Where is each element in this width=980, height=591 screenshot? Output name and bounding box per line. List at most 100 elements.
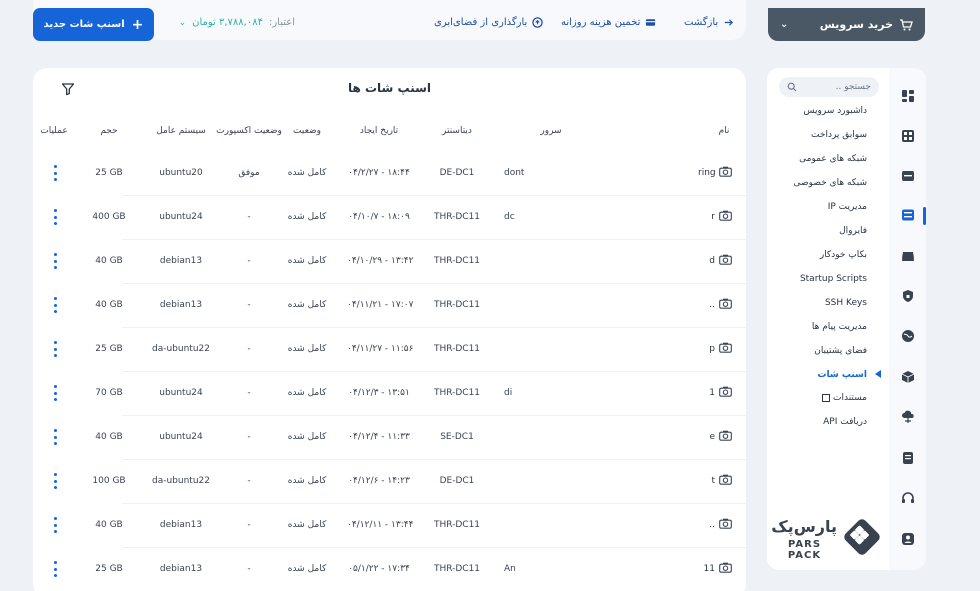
sidebar-item-docs[interactable]: مستندات: [767, 393, 867, 403]
row-datacenter: THR-DC11: [433, 300, 481, 310]
row-created: ۰۵/۱/۲۲ - ۱۷:۳۴: [348, 564, 410, 574]
row-created: ۰۴/۲/۲۷ - ۱۸:۴۴: [348, 168, 410, 178]
row-server: dont: [504, 168, 525, 178]
kebab-menu-icon[interactable]: [53, 473, 57, 489]
service-sidebar: جستجو .. داشبورد سرویس سوابق پرداخت شبکه…: [767, 68, 889, 570]
kebab-menu-icon[interactable]: [53, 429, 57, 445]
camera-icon: [719, 518, 732, 529]
buy-service-button[interactable]: خرید سرویس ⌄: [768, 8, 925, 41]
logo-text-fa: پارس‌پک: [771, 517, 837, 536]
row-status: کامل شده: [287, 564, 327, 574]
sidebar-item-auto-backup[interactable]: بکاپ خودکار: [767, 250, 867, 260]
table-row: 25 GB debian13 - کامل شده ۰۵/۱/۲۲ - ۱۷:۳…: [33, 548, 746, 591]
table-row: 40 GB debian13 - کامل شده ۰۴/۱۱/۲۱ - ۱۷:…: [33, 284, 746, 328]
dashboard-icon[interactable]: [901, 89, 915, 103]
row-server: dc: [504, 212, 515, 222]
daily-cost-link[interactable]: تخمین هزینه روزانه: [561, 17, 656, 28]
credit-amount: ۳,۷۸۸,۰۸۴ تومان: [192, 17, 263, 28]
active-rail-indicator: [923, 207, 926, 225]
camera-icon: [719, 474, 732, 485]
sidebar-item-private-networks[interactable]: شبکه های خصوصی: [767, 178, 867, 188]
apps-icon[interactable]: [901, 129, 915, 143]
search-placeholder: جستجو ..: [835, 82, 871, 92]
row-status: کامل شده: [287, 168, 327, 178]
row-status: کامل شده: [287, 300, 327, 310]
row-datacenter: THR-DC11: [433, 564, 481, 574]
row-size: 25 GB: [95, 564, 123, 574]
row-name: r: [711, 212, 715, 222]
kebab-menu-icon[interactable]: [53, 165, 57, 181]
user-icon[interactable]: [901, 532, 915, 546]
cloud-server-icon[interactable]: [901, 208, 915, 222]
back-link[interactable]: بازگشت: [684, 17, 734, 28]
sidebar-item-messages[interactable]: مدیریت پیام ها: [767, 322, 867, 332]
table-header: عملیات حجم سیستم عامل وضعیت اکسپورت وضعی…: [33, 120, 746, 146]
sidebar-search-input[interactable]: جستجو ..: [779, 77, 879, 97]
row-size: 40 GB: [95, 432, 123, 442]
sidebar-item-payments[interactable]: سوابق پرداخت: [767, 130, 867, 140]
kebab-menu-icon[interactable]: [53, 253, 57, 269]
sidebar-item-ip-management[interactable]: مدیریت IP: [767, 202, 867, 212]
row-status: کامل شده: [287, 212, 327, 222]
col-created: تاریخ ایجاد: [359, 126, 399, 136]
storage-icon[interactable]: [901, 249, 915, 263]
kebab-menu-icon[interactable]: [53, 561, 57, 577]
camera-icon: [719, 254, 732, 265]
row-created: ۰۴/۱۲/۳ - ۱۳:۵۱: [348, 388, 410, 398]
headset-icon[interactable]: [901, 491, 915, 505]
row-name: 11: [703, 564, 715, 574]
table-row: 100 GB da-ubuntu22 - کامل شده ۰۴/۱۲/۶ - …: [33, 460, 746, 504]
kebab-menu-icon[interactable]: [53, 209, 57, 225]
icon-rail: [889, 68, 926, 570]
row-created: ۰۴/۱۱/۲۱ - ۱۷:۰۷: [347, 300, 414, 310]
camera-icon: [719, 430, 732, 441]
sidebar-item-firewall[interactable]: فایروال: [767, 226, 867, 236]
row-created: ۰۴/۱۰/۲۹ - ۱۳:۴۲: [347, 256, 414, 266]
sidebar-item-api[interactable]: دریافت API: [767, 417, 867, 427]
row-size: 25 GB: [95, 168, 123, 178]
kebab-menu-icon[interactable]: [53, 341, 57, 357]
row-size: 40 GB: [95, 300, 123, 310]
col-server: سرور: [540, 126, 562, 136]
sidebar-item-ssh-keys[interactable]: SSH Keys: [767, 298, 867, 308]
credit-label: اعتبار:: [268, 17, 295, 28]
cloud-network-icon[interactable]: [901, 410, 915, 424]
search-icon: [787, 82, 797, 92]
sidebar-item-startup-scripts[interactable]: Startup Scripts: [767, 274, 867, 284]
shield-icon[interactable]: [901, 289, 915, 303]
card-icon: [646, 19, 656, 26]
kebab-menu-icon[interactable]: [53, 297, 57, 313]
parspack-logo: پارس‌پک PARS PACK: [771, 517, 884, 561]
server-icon[interactable]: [901, 169, 915, 183]
sidebar-item-snapshot[interactable]: اسنپ شات: [767, 370, 867, 380]
globe-icon[interactable]: [901, 329, 915, 343]
row-size: 100 GB: [92, 476, 126, 486]
credit-dropdown[interactable]: اعتبار: ۳,۷۸۸,۰۸۴ تومان ⌄: [165, 17, 295, 28]
cart-icon: [900, 18, 913, 30]
row-datacenter: SE-DC1: [440, 432, 474, 442]
filter-icon[interactable]: [61, 82, 75, 96]
box-icon[interactable]: [901, 370, 915, 384]
sidebar-item-dashboard[interactable]: داشبورد سرویس: [767, 106, 867, 116]
kebab-menu-icon[interactable]: [53, 385, 57, 401]
sidebar-item-docs-label: مستندات: [833, 393, 867, 403]
document-icon[interactable]: [901, 451, 915, 465]
snapshots-card: اسنپ شات ها عملیات حجم سیستم عامل وضعیت …: [33, 68, 746, 591]
upload-cloud-link[interactable]: بارگذاری از فضای‌ابری: [434, 17, 544, 28]
row-status: کامل شده: [287, 256, 327, 266]
kebab-menu-icon[interactable]: [53, 517, 57, 533]
row-name: 1: [709, 388, 715, 398]
row-created: ۰۴/۱۲/۴ - ۱۱:۳۳: [348, 432, 410, 442]
row-name: ring: [698, 168, 715, 178]
page-title: اسنپ شات ها: [347, 81, 432, 95]
camera-icon: [719, 562, 732, 573]
sidebar-item-backup-storage[interactable]: فضای پشتیبان: [767, 346, 867, 356]
col-status: وضعیت: [293, 126, 321, 136]
new-snapshot-button[interactable]: + اسنپ شات جدید: [33, 8, 154, 41]
row-datacenter: THR-DC11: [433, 344, 481, 354]
logo-text-en: PARS PACK: [787, 539, 822, 561]
table-row: 70 GB ubuntu24 - کامل شده ۰۴/۱۲/۳ - ۱۳:۵…: [33, 372, 746, 416]
row-status: کامل شده: [287, 344, 327, 354]
sidebar-item-public-networks[interactable]: شبکه های عمومی: [767, 154, 867, 164]
row-datacenter: THR-DC11: [433, 212, 481, 222]
